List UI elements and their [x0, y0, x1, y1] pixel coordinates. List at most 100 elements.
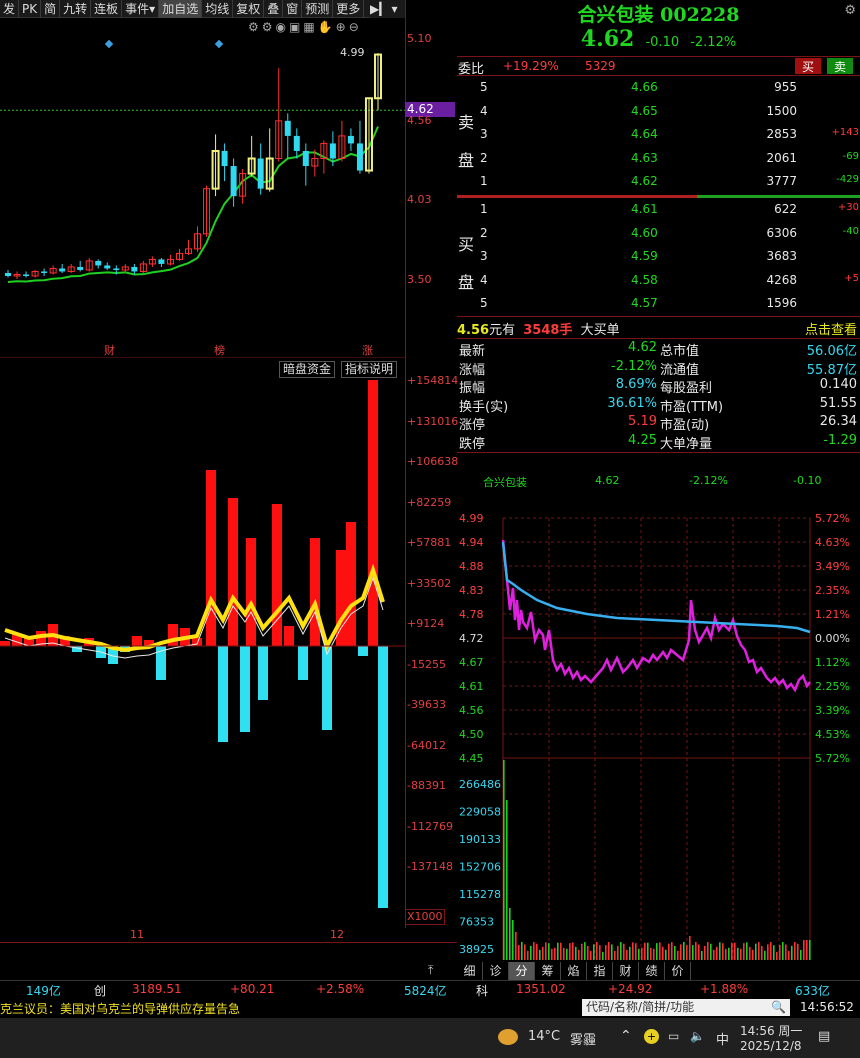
toolbar-item-10[interactable]: 窗: [283, 0, 303, 18]
eye-icon[interactable]: ◉: [276, 20, 289, 34]
volume-bar: [584, 942, 586, 960]
sell-order-row[interactable]: 5 4.66 955: [457, 78, 860, 97]
flow-bar: [258, 646, 268, 700]
tab-6[interactable]: 财: [613, 962, 639, 980]
big-order-link[interactable]: 点击查看: [805, 319, 857, 338]
buy-order-row[interactable]: 2 4.60 6306 -40: [457, 224, 860, 243]
buy-button[interactable]: 买: [795, 58, 821, 74]
toolbar-item-3[interactable]: 九转: [60, 0, 92, 18]
toolbar-item-5[interactable]: 事件▾: [122, 0, 160, 18]
sell-order-row[interactable]: 2 4.63 2061 -69: [457, 149, 860, 168]
network-icon[interactable]: ▭: [668, 1029, 679, 1043]
idx-turnover: 149亿: [26, 984, 61, 998]
tab-1[interactable]: 诊: [483, 962, 509, 980]
intraday-chart[interactable]: 4.99 5.72% 4.94 4.63% 4.88 3.49% 4.83 2.35% 4.78…: [457, 500, 860, 960]
tab-7[interactable]: 绩: [639, 962, 665, 980]
volume-bar: [734, 942, 736, 960]
stat-row: 换手(实) 36.61% 市盈(TTM) 51.55: [457, 396, 860, 415]
gift-icon[interactable]: ▦: [303, 20, 317, 34]
kline-chart[interactable]: 4.99 财榜涨 ⚙⚙◉▣▦✋⊕⊖: [0, 18, 405, 359]
indicator-help-button[interactable]: 指标说明: [341, 361, 398, 378]
tab-4[interactable]: 焰: [561, 962, 587, 980]
volume-bar: [773, 945, 775, 960]
ime-indicator[interactable]: 中: [716, 1029, 729, 1048]
toolbar-item-8[interactable]: 复权: [233, 0, 265, 18]
news-text[interactable]: 克兰议员：美国对乌克兰的导弹供应存量告急: [0, 1000, 240, 1017]
volume-bar: [626, 949, 628, 960]
buy-bar: [697, 195, 860, 198]
candle: [338, 120, 346, 162]
tab-3[interactable]: 筹: [535, 962, 561, 980]
toolbar-item-1[interactable]: PK: [19, 0, 42, 18]
weather-icon[interactable]: [498, 1029, 518, 1045]
toolbar-item-9[interactable]: 叠: [264, 0, 284, 18]
high-label: 4.99: [340, 46, 365, 59]
idx2-pct: +1.88%: [700, 982, 749, 996]
fund-flow-chart[interactable]: 暗盘资金 指标说明: [0, 358, 405, 928]
sell-order-row[interactable]: 3 4.64 2853 +143: [457, 125, 860, 144]
volume-bar: [779, 945, 781, 960]
exit-icon[interactable]: ▶▎: [370, 2, 388, 16]
stat-value: 36.61%: [607, 395, 657, 411]
sell-button[interactable]: 卖: [827, 58, 853, 74]
volume-icon[interactable]: 🔈: [690, 1029, 705, 1043]
search-icon[interactable]: 🔍: [771, 999, 786, 1016]
order-change: +30: [837, 202, 859, 213]
hand-icon[interactable]: ✋: [318, 20, 336, 34]
tab-5[interactable]: 指: [587, 962, 613, 980]
stat-label: 跌停: [459, 436, 486, 452]
tab-2[interactable]: 分: [509, 962, 535, 980]
toolbar-item-7[interactable]: 均线: [202, 0, 234, 18]
scroll-top-icon[interactable]: ⤒: [428, 963, 433, 978]
toolbar-item-0[interactable]: 发: [0, 0, 20, 18]
stock-name: 合兴包装: [577, 4, 654, 26]
toolbar-item-2[interactable]: 简: [41, 0, 61, 18]
buy-order-row[interactable]: 3 4.59 3683: [457, 247, 860, 266]
order-volume: 955: [774, 80, 797, 94]
stat-label: 流通值: [660, 362, 700, 378]
toolbar-item-6[interactable]: 加自选: [159, 0, 203, 18]
candle: [148, 256, 156, 267]
stat-label: 市盈(TTM): [660, 399, 724, 415]
event-label: 财: [104, 343, 115, 357]
flow-bar: [0, 641, 10, 646]
sell-order-row[interactable]: 1 4.62 3777 -429: [457, 172, 860, 191]
toolbar-item-11[interactable]: 预测: [302, 0, 334, 18]
candle: [247, 135, 256, 177]
tab-8[interactable]: 价: [665, 962, 691, 980]
notification-icon[interactable]: ▤: [818, 1029, 830, 1044]
idx-ke[interactable]: 科: [476, 982, 488, 999]
search-input[interactable]: 代码/名称/简拼/功能 🔍: [582, 999, 790, 1016]
volume-bar: [623, 943, 625, 960]
chevron-down-icon[interactable]: ▾: [391, 2, 397, 16]
big-order-row[interactable]: 4.56元有 3548手 大买单 点击查看: [457, 319, 860, 338]
volume-bar: [608, 942, 610, 960]
buy-order-row[interactable]: 5 4.57 1596: [457, 294, 860, 313]
buy-order-row[interactable]: 1 4.61 622 +30: [457, 200, 860, 219]
toolbar-item-12[interactable]: 更多: [333, 0, 365, 18]
toolbar-item-4[interactable]: 连板: [91, 0, 123, 18]
flow-bar: [240, 646, 250, 732]
dark-fund-button[interactable]: 暗盘资金: [279, 361, 336, 378]
chart-tool-icons[interactable]: ⚙⚙◉▣▦✋⊕⊖: [248, 20, 362, 34]
buy-order-row[interactable]: 4 4.58 4268 +5: [457, 271, 860, 290]
chevron-up-icon[interactable]: ⌃: [620, 1028, 632, 1044]
order-volume: 3683: [766, 249, 797, 263]
bag-icon[interactable]: ▣: [289, 20, 303, 34]
gear-icon[interactable]: ⚙: [844, 3, 856, 18]
candle-body: [347, 135, 354, 144]
stat-value: 4.25: [628, 432, 657, 448]
idx-chuang[interactable]: 创: [94, 982, 106, 999]
plus-app-icon[interactable]: +: [644, 1029, 659, 1044]
diagnose-icon[interactable]: ⚙: [262, 20, 276, 34]
settings-icon[interactable]: ⚙: [248, 20, 262, 34]
sell-order-row[interactable]: 4 4.65 1500: [457, 102, 860, 121]
volume-bar: [788, 951, 790, 960]
zoom-in-icon[interactable]: ⊕: [336, 20, 349, 34]
big-order-text2: 大买单: [580, 323, 620, 338]
tab-0[interactable]: 细: [457, 962, 483, 980]
volume-bar: [677, 950, 679, 960]
zoom-out-icon[interactable]: ⊖: [349, 20, 362, 34]
volume-bar: [554, 947, 556, 960]
toolbar-extra[interactable]: ▶▎ ▾: [370, 0, 405, 18]
